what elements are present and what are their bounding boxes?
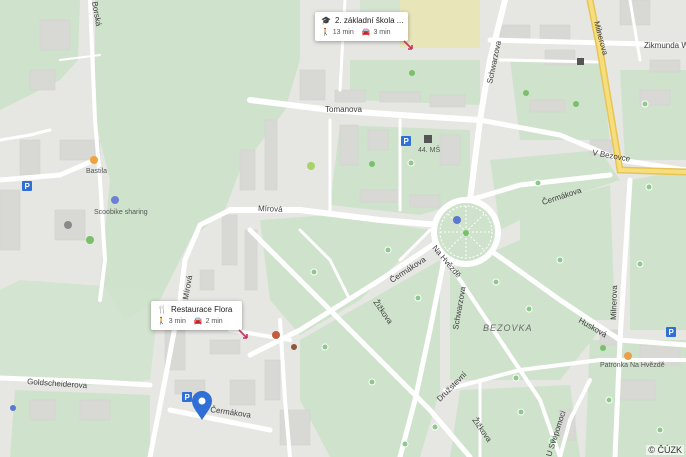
poi-card-school[interactable]: 🎓 2. základní škola ... 🚶 13 min 🚘 3 min — [315, 12, 408, 41]
place-label-bastila: Bastila — [86, 168, 107, 175]
street-label-milnerova-right: Milnerova — [609, 285, 619, 321]
restaurant-poi-icon[interactable] — [272, 331, 280, 339]
person-icon[interactable] — [453, 216, 461, 224]
place-label-scoobike: Scoobike sharing — [94, 209, 148, 216]
sport-icon[interactable] — [307, 162, 315, 170]
restaurant-poi-icon[interactable] — [624, 352, 632, 360]
walk-icon: 🚶 — [157, 318, 166, 325]
drive-time: 3 min — [373, 28, 391, 36]
fort-icon[interactable] — [90, 156, 98, 164]
drive-time: 2 min — [205, 317, 223, 325]
parking-icon[interactable]: P — [182, 392, 192, 402]
kindergarten-icon[interactable] — [424, 135, 432, 143]
poi-card-restaurant[interactable]: 🍴 Restaurace Flora 🚶 3 min 🚘 2 min — [151, 301, 242, 330]
playground-icon[interactable] — [86, 236, 94, 244]
walk-time: 13 min — [332, 28, 354, 36]
svg-text:P: P — [185, 393, 191, 402]
parking-icon[interactable]: P — [666, 327, 676, 337]
street-label-tomanova: Tomanova — [325, 105, 362, 114]
poi-card-pointer — [403, 40, 413, 50]
place-label-ms44: 44. MŠ — [418, 145, 441, 154]
restaurant-poi-icon[interactable] — [291, 344, 297, 350]
bike-icon[interactable] — [111, 196, 119, 204]
map-copyright: © ČÚZK — [646, 445, 684, 455]
school-icon: 🎓 — [321, 16, 331, 25]
shop-icon[interactable] — [577, 58, 584, 65]
street-label-mirova: Mírová — [258, 204, 283, 214]
place-label-patronka: Patronka Na Hvězdě — [600, 362, 665, 369]
street-label-zikmunda: Zikmunda W — [644, 41, 686, 50]
restaurant-icon: 🍴 — [157, 305, 167, 314]
svg-text:P: P — [404, 137, 410, 146]
svg-text:P: P — [25, 182, 31, 191]
poi-card-title: Restaurace Flora — [170, 305, 233, 314]
walk-time: 3 min — [168, 317, 186, 325]
parking-icon[interactable]: P — [401, 136, 411, 146]
poi-card-pointer — [238, 329, 248, 339]
info-icon[interactable] — [64, 221, 72, 229]
svg-text:P: P — [669, 328, 675, 337]
map-canvas[interactable]: P P P P Tomanova Mírová Schwarzova Schwa… — [0, 0, 686, 457]
district-label-bezovka: BEZOVKA — [483, 323, 533, 333]
car-icon: 🚘 — [361, 29, 371, 36]
bus-stop-icon[interactable] — [10, 405, 16, 411]
car-icon: 🚘 — [193, 318, 203, 325]
parking-icon[interactable]: P — [22, 181, 32, 191]
poi-card-title: 2. základní škola ... — [334, 16, 404, 25]
walk-icon: 🚶 — [321, 29, 330, 36]
